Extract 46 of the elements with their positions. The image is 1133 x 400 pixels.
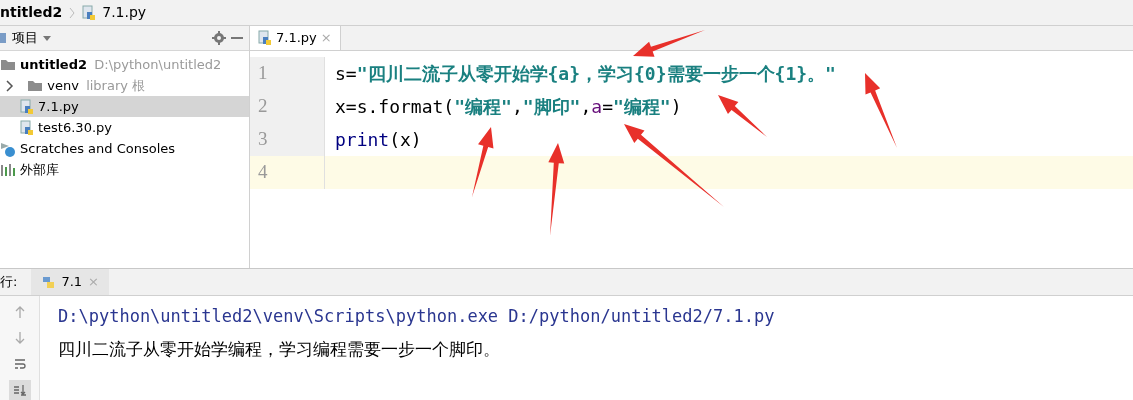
run-tab[interactable]: 7.1 × xyxy=(31,269,109,295)
python-file-icon xyxy=(258,30,272,46)
item-label: 外部库 xyxy=(20,161,59,179)
item-label: venv xyxy=(47,77,79,95)
console-output-line: 四川二流子从零开始学编程，学习编程需要一步一个脚印。 xyxy=(58,338,501,361)
arrow xyxy=(633,30,705,57)
item-label: test6.30.py xyxy=(38,119,112,137)
scroll-to-end-button[interactable] xyxy=(8,380,31,400)
scratch-icon xyxy=(0,140,16,157)
wrap-icon xyxy=(12,357,27,371)
item-hint: library 根 xyxy=(86,77,146,95)
console-output-line: D:\python\untitled2\venv\Scripts\python.exe D:/python/untitled2/7.1.py xyxy=(58,305,775,328)
tree-item[interactable]: venv library 根 xyxy=(0,75,249,97)
folder-icon xyxy=(0,58,16,72)
item-hint: D:\python\untitled2 xyxy=(94,56,222,74)
item-label: 7.1.py xyxy=(38,98,79,116)
tree-item[interactable]: Scratches and Consoles xyxy=(0,138,249,160)
folder-icon xyxy=(27,79,44,93)
line-number: 2 xyxy=(250,90,325,123)
settings-icon xyxy=(211,30,227,46)
item-label: Scratches and Consoles xyxy=(20,140,176,158)
library-icon xyxy=(0,162,16,177)
code-line: s="四川二流子从零开始学{a}，学习{0}需要一步一个{1}。" xyxy=(334,62,836,86)
panel-label: 行: xyxy=(0,273,18,292)
panel-title[interactable]: 项目 xyxy=(12,28,38,48)
line-number: 1 xyxy=(250,57,325,90)
tree-item[interactable]: untitled2 D:\python\untitled2 xyxy=(0,54,249,76)
dropdown-icon xyxy=(42,34,52,42)
tree-item[interactable]: test6.30.py xyxy=(0,117,249,139)
python-icon xyxy=(41,275,56,289)
chevron-icon xyxy=(68,5,77,20)
panel-icon xyxy=(0,31,8,45)
minimize-icon xyxy=(231,37,243,39)
python-file-icon xyxy=(20,119,34,136)
python-file-icon xyxy=(82,4,97,21)
line-number: 3 xyxy=(250,123,325,156)
breadcrumb-item[interactable]: 7.1.py xyxy=(102,2,147,23)
code-line: print(x) xyxy=(334,128,422,152)
tree-item[interactable]: 外部库 xyxy=(0,159,249,181)
breadcrumb-item[interactable]: ntitled2 xyxy=(0,2,63,23)
editor-tab[interactable]: 7.1.py × xyxy=(250,26,341,50)
tree-item[interactable]: 7.1.py xyxy=(0,96,249,118)
python-file-icon xyxy=(20,98,34,115)
item-label: untitled2 xyxy=(20,56,88,74)
scroll-to-end-icon xyxy=(12,383,27,397)
code-line: x=s.format("编程","脚印",a="编程") xyxy=(334,95,682,119)
